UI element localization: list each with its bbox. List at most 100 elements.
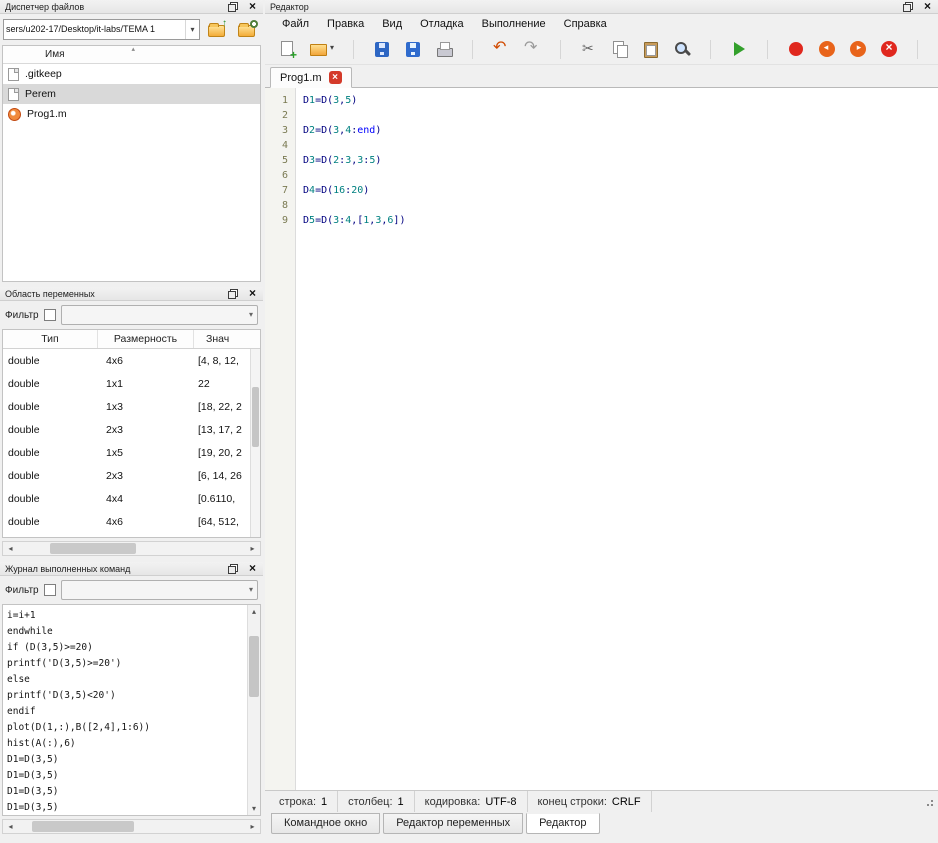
code-line[interactable]: D1=D(3,5)	[303, 93, 938, 108]
run-file-icon[interactable]	[729, 39, 749, 59]
folder-up-button[interactable]	[204, 17, 230, 41]
new-script-icon[interactable]	[277, 39, 297, 59]
variable-row[interactable]: double4x6[64, 512,	[3, 510, 260, 533]
menu-item-6[interactable]: Справка	[555, 16, 616, 32]
history-command[interactable]: D1=D(3,5)	[7, 800, 247, 816]
resize-grip[interactable]	[924, 797, 934, 807]
scroll-right-arrow-icon[interactable]	[245, 542, 260, 555]
save-icon[interactable]	[372, 39, 392, 59]
file-row[interactable]: Prog1.m	[3, 104, 260, 124]
code-line[interactable]: D2=D(3,4:end)	[303, 123, 938, 138]
close-icon[interactable]	[247, 563, 258, 574]
filter-combobox[interactable]	[61, 305, 258, 325]
scroll-down-arrow-icon[interactable]	[248, 802, 260, 815]
menu-item-2[interactable]: Правка	[318, 16, 373, 32]
scrollbar-track[interactable]	[248, 618, 260, 802]
history-command[interactable]: D1=D(3,5)	[7, 768, 247, 784]
code-line[interactable]	[303, 198, 938, 213]
undock-icon[interactable]	[228, 2, 238, 12]
history-command[interactable]: else	[7, 672, 247, 688]
paste-icon[interactable]	[641, 39, 661, 59]
scrollbar-track[interactable]	[18, 820, 245, 833]
menu-item-3[interactable]: Вид	[373, 16, 411, 32]
bottom-tab-3[interactable]: Редактор	[526, 813, 599, 834]
scrollbar-thumb[interactable]	[50, 543, 136, 554]
print-icon[interactable]	[434, 39, 454, 59]
close-icon[interactable]	[922, 1, 933, 12]
scrollbar-track[interactable]	[18, 542, 245, 555]
editor-code[interactable]: D1=D(3,5) D2=D(3,4:end) D3=D(2:3,3:5) D4…	[296, 88, 938, 790]
undo-icon[interactable]	[491, 39, 511, 59]
history-command[interactable]: hist(A(:),6)	[7, 736, 247, 752]
variable-row[interactable]: double2x3[13, 17, 2	[3, 418, 260, 441]
column-header-type[interactable]: Тип	[3, 330, 98, 348]
editor-tab[interactable]: Prog1.m	[270, 67, 352, 88]
scroll-up-arrow-icon[interactable]	[248, 605, 260, 618]
scrollbar-thumb[interactable]	[32, 821, 134, 832]
history-command[interactable]: if (D(3,5)>=20)	[7, 640, 247, 656]
file-row[interactable]: Perem	[3, 84, 260, 104]
scroll-right-arrow-icon[interactable]	[245, 820, 260, 833]
variable-row[interactable]: double4x4[0.6110,	[3, 487, 260, 510]
history-command[interactable]: printf('D(3,5)>=20')	[7, 656, 247, 672]
history-command[interactable]: endif	[7, 704, 247, 720]
copy-icon[interactable]	[610, 39, 630, 59]
code-editor[interactable]: 123456789 D1=D(3,5) D2=D(3,4:end) D3=D(2…	[265, 88, 938, 790]
variable-row[interactable]: double1x5[19, 20, 2	[3, 441, 260, 464]
name-column-header[interactable]: Имя	[3, 46, 260, 64]
history-command[interactable]: endwhile	[7, 624, 247, 640]
remove-breakpoints-icon[interactable]	[879, 39, 899, 59]
scroll-left-arrow-icon[interactable]	[3, 542, 18, 555]
toggle-breakpoint-icon[interactable]	[786, 39, 806, 59]
history-command[interactable]: D1=D(3,5)	[7, 752, 247, 768]
menu-item-4[interactable]: Отладка	[411, 16, 472, 32]
filter-checkbox[interactable]	[44, 309, 56, 321]
vertical-scrollbar[interactable]	[247, 605, 260, 815]
code-line[interactable]	[303, 168, 938, 183]
horizontal-scrollbar[interactable]	[2, 819, 261, 834]
save-as-icon[interactable]	[403, 39, 423, 59]
prev-breakpoint-icon[interactable]	[817, 39, 837, 59]
history-command[interactable]: printf('D(3,5)<20')	[7, 688, 247, 704]
cut-icon[interactable]	[579, 39, 599, 59]
code-line[interactable]: D3=D(2:3,3:5)	[303, 153, 938, 168]
column-header-dimension[interactable]: Размерность	[98, 330, 194, 348]
folder-actions-button[interactable]	[234, 17, 260, 41]
next-breakpoint-icon[interactable]	[848, 39, 868, 59]
close-icon[interactable]	[247, 1, 258, 12]
horizontal-scrollbar[interactable]	[2, 541, 261, 556]
undock-icon[interactable]	[228, 289, 238, 299]
redo-icon[interactable]	[522, 39, 542, 59]
open-icon[interactable]	[308, 39, 335, 59]
tab-close-icon[interactable]	[329, 71, 342, 84]
filter-combobox[interactable]	[61, 580, 258, 600]
code-line[interactable]: D5=D(3:4,[1,3,6])	[303, 213, 938, 228]
vertical-scrollbar[interactable]	[250, 349, 260, 537]
scrollbar-thumb[interactable]	[252, 387, 259, 447]
find-replace-icon[interactable]	[672, 39, 692, 59]
variable-row[interactable]: double2x3[6, 14, 26	[3, 464, 260, 487]
variable-row[interactable]: double1x122	[3, 372, 260, 395]
undock-icon[interactable]	[228, 564, 238, 574]
path-combobox[interactable]: sers/u202-17/Desktop/it-labs/TEMA 1	[3, 19, 200, 40]
code-line[interactable]: D4=D(16:20)	[303, 183, 938, 198]
undock-icon[interactable]	[903, 2, 913, 12]
filter-checkbox[interactable]	[44, 584, 56, 596]
close-icon[interactable]	[247, 288, 258, 299]
scroll-left-arrow-icon[interactable]	[3, 820, 18, 833]
history-command[interactable]: D1=D(3,5)	[7, 784, 247, 800]
bottom-tab-1[interactable]: Командное окно	[271, 813, 380, 834]
chevron-down-icon[interactable]	[185, 20, 199, 39]
file-row[interactable]: .gitkeep	[3, 64, 260, 84]
history-command[interactable]: i=i+1	[7, 608, 247, 624]
menu-item-1[interactable]: Файл	[273, 16, 318, 32]
code-line[interactable]	[303, 138, 938, 153]
variable-row[interactable]: double1x3[18, 22, 2	[3, 395, 260, 418]
menu-item-5[interactable]: Выполнение	[473, 16, 555, 32]
code-line[interactable]	[303, 108, 938, 123]
scrollbar-thumb[interactable]	[249, 636, 259, 697]
bottom-tab-2[interactable]: Редактор переменных	[383, 813, 523, 834]
history-command[interactable]: plot(D(1,:),B([2,4],1:6))	[7, 720, 247, 736]
column-header-value[interactable]: Знач	[194, 330, 260, 348]
variable-row[interactable]: double4x6[4, 8, 12,	[3, 349, 260, 372]
